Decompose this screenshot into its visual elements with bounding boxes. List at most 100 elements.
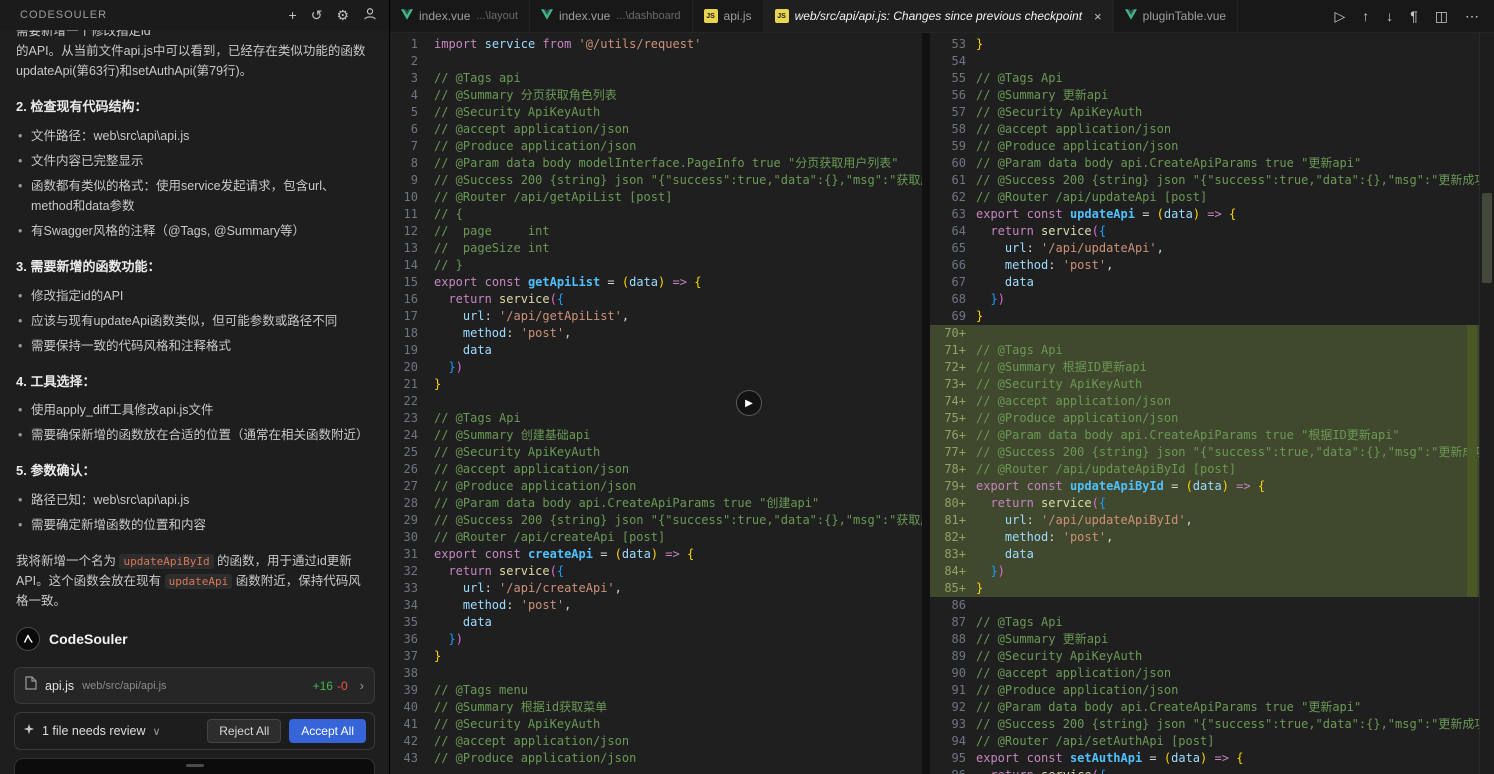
close-tab-icon[interactable]: × [1094, 9, 1102, 24]
changed-file-row[interactable]: api.js web/src/api/api.js +16 -0 › [14, 667, 375, 704]
tab-web-src-api-api-js-changes-since-previous-[interactable]: JSweb/src/api/api.js: Changes since prev… [764, 0, 1114, 32]
code-line[interactable]: 83+ data [930, 546, 1479, 563]
code-line[interactable]: 3// @Tags api [390, 70, 922, 87]
code-line[interactable]: 5// @Security ApiKeyAuth [390, 104, 922, 121]
run-icon[interactable]: ▷ [1334, 9, 1345, 23]
code-line[interactable]: 63export const updateApi = (data) => { [930, 206, 1479, 223]
code-line[interactable]: 68 }) [930, 291, 1479, 308]
code-line[interactable]: 92// @Param data body api.CreateApiParam… [930, 699, 1479, 716]
code-line[interactable]: 90// @accept application/json [930, 665, 1479, 682]
tab-plugintable-vue[interactable]: pluginTable.vue [1114, 0, 1238, 32]
code-line[interactable]: 30// @Router /api/createApi [post] [390, 529, 922, 546]
tab-index-vue[interactable]: index.vue...\dashboard [530, 0, 693, 32]
code-line[interactable]: 29// @Success 200 {string} json "{"succe… [390, 512, 922, 529]
code-line[interactable]: 6// @accept application/json [390, 121, 922, 138]
code-line[interactable]: 37} [390, 648, 922, 665]
code-line[interactable]: 85+} [930, 580, 1479, 597]
reject-all-button[interactable]: Reject All [207, 719, 281, 743]
scrollbar-thumb[interactable] [1482, 193, 1492, 283]
code-line[interactable]: 79+export const updateApiById = (data) =… [930, 478, 1479, 495]
code-line[interactable]: 65 url: '/api/updateApi', [930, 240, 1479, 257]
code-line[interactable]: 41// @Security ApiKeyAuth [390, 716, 922, 733]
code-line[interactable]: 13// pageSize int [390, 240, 922, 257]
code-line[interactable]: 86 [930, 597, 1479, 614]
code-line[interactable]: 75+// @Produce application/json [930, 410, 1479, 427]
code-line[interactable]: 73+// @Security ApiKeyAuth [930, 376, 1479, 393]
code-line[interactable]: 72+// @Summary 根据ID更新api [930, 359, 1479, 376]
account-icon[interactable] [363, 7, 377, 23]
editor-scrollbar[interactable] [1479, 33, 1494, 774]
editor-pane-diff[interactable]: 53}5455// @Tags Api56// @Summary 更新api57… [930, 33, 1479, 774]
code-line[interactable]: 58// @accept application/json [930, 121, 1479, 138]
code-line[interactable]: 88// @Summary 更新api [930, 631, 1479, 648]
code-line[interactable]: 19 data [390, 342, 922, 359]
code-line[interactable]: 55// @Tags Api [930, 70, 1479, 87]
accept-all-button[interactable]: Accept All [289, 719, 366, 743]
code-line[interactable]: 87// @Tags Api [930, 614, 1479, 631]
code-line[interactable]: 7// @Produce application/json [390, 138, 922, 155]
code-line[interactable]: 76+// @Param data body api.CreateApiPara… [930, 427, 1479, 444]
code-line[interactable]: 12// page int [390, 223, 922, 240]
code-line[interactable]: 61// @Success 200 {string} json "{"succe… [930, 172, 1479, 189]
code-line[interactable]: 27// @Produce application/json [390, 478, 922, 495]
code-line[interactable]: 53} [930, 36, 1479, 53]
code-line[interactable]: 80+ return service({ [930, 495, 1479, 512]
code-line[interactable]: 28// @Param data body api.CreateApiParam… [390, 495, 922, 512]
code-line[interactable]: 2 [390, 53, 922, 70]
code-line[interactable]: 69} [930, 308, 1479, 325]
code-line[interactable]: 91// @Produce application/json [930, 682, 1479, 699]
history-icon[interactable]: ↺ [311, 8, 323, 22]
editor-pane-apijs[interactable]: 1import service from '@/utils/request'23… [390, 33, 922, 774]
code-line[interactable]: 32 return service({ [390, 563, 922, 580]
code-line[interactable]: 22 [390, 393, 922, 410]
code-line[interactable]: 39// @Tags menu [390, 682, 922, 699]
split-editor-icon[interactable]: ◫ [1435, 9, 1448, 23]
code-line[interactable]: 4// @Summary 分页获取角色列表 [390, 87, 922, 104]
code-line[interactable]: 40// @Summary 根据id获取菜单 [390, 699, 922, 716]
more-actions-icon[interactable]: ⋯ [1465, 9, 1479, 23]
code-line[interactable]: 59// @Produce application/json [930, 138, 1479, 155]
code-line[interactable]: 57// @Security ApiKeyAuth [930, 104, 1479, 121]
code-line[interactable]: 16 return service({ [390, 291, 922, 308]
pane-resize-sash[interactable] [922, 33, 930, 774]
code-line[interactable]: 10// @Router /api/getApiList [post] [390, 189, 922, 206]
code-line[interactable]: 35 data [390, 614, 922, 631]
code-line[interactable]: 15export const getApiList = (data) => { [390, 274, 922, 291]
chevron-down-icon[interactable]: ∨ [153, 725, 161, 738]
code-line[interactable]: 56// @Summary 更新api [930, 87, 1479, 104]
code-line[interactable]: 62// @Router /api/updateApi [post] [930, 189, 1479, 206]
tab-index-vue[interactable]: index.vue...\layout [390, 0, 530, 32]
code-line[interactable]: 21} [390, 376, 922, 393]
code-line[interactable]: 77+// @Success 200 {string} json "{"succ… [930, 444, 1479, 461]
code-line[interactable]: 11// { [390, 206, 922, 223]
code-line[interactable]: 67 data [930, 274, 1479, 291]
code-line[interactable]: 60// @Param data body api.CreateApiParam… [930, 155, 1479, 172]
code-line[interactable]: 74+// @accept application/json [930, 393, 1479, 410]
next-change-icon[interactable]: ↓ [1386, 9, 1393, 23]
code-line[interactable]: 43// @Produce application/json [390, 750, 922, 767]
code-line[interactable]: 8// @Param data body modelInterface.Page… [390, 155, 922, 172]
code-line[interactable]: 93// @Success 200 {string} json "{"succe… [930, 716, 1479, 733]
code-line[interactable]: 95export const setAuthApi = (data) => { [930, 750, 1479, 767]
settings-gear-icon[interactable]: ⚙ [336, 8, 349, 22]
previous-change-icon[interactable]: ↑ [1362, 9, 1369, 23]
chat-input[interactable] [14, 758, 375, 774]
code-line[interactable]: 89// @Security ApiKeyAuth [930, 648, 1479, 665]
code-line[interactable]: 25// @Security ApiKeyAuth [390, 444, 922, 461]
code-line[interactable]: 42// @accept application/json [390, 733, 922, 750]
code-line[interactable]: 33 url: '/api/createApi', [390, 580, 922, 597]
code-line[interactable]: 31export const createApi = (data) => { [390, 546, 922, 563]
code-line[interactable]: 1import service from '@/utils/request' [390, 36, 922, 53]
code-line[interactable]: 78+// @Router /api/updateApiById [post] [930, 461, 1479, 478]
drag-handle[interactable] [186, 764, 204, 767]
code-line[interactable]: 81+ url: '/api/updateApiById', [930, 512, 1479, 529]
tab-api-js[interactable]: JSapi.js [693, 0, 764, 32]
code-line[interactable]: 23// @Tags Api [390, 410, 922, 427]
code-line[interactable]: 24// @Summary 创建基础api [390, 427, 922, 444]
code-line[interactable]: 64 return service({ [930, 223, 1479, 240]
code-line[interactable]: 94// @Router /api/setAuthApi [post] [930, 733, 1479, 750]
code-line[interactable]: 26// @accept application/json [390, 461, 922, 478]
video-play-overlay-icon[interactable]: ▶ [736, 390, 762, 416]
code-line[interactable]: 36 }) [390, 631, 922, 648]
new-chat-icon[interactable]: + [289, 8, 297, 22]
